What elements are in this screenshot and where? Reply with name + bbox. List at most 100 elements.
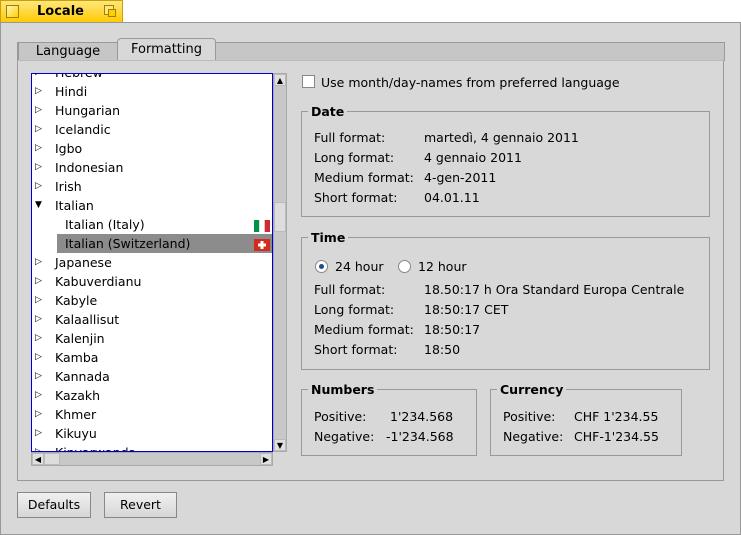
list-item-label: Hebrew [55, 74, 103, 82]
horizontal-scrollbar[interactable]: ◀ ▶ [31, 452, 273, 466]
scroll-thumb[interactable] [274, 202, 286, 232]
scroll-down-icon[interactable]: ▼ [274, 439, 286, 451]
numbers-positive-label: Positive: [314, 409, 367, 424]
scroll-thumb-horizontal[interactable] [44, 453, 60, 465]
list-item-label: Kikuyu [55, 426, 97, 441]
expand-triangle-icon[interactable]: ▷ [35, 405, 42, 424]
list-item[interactable]: ▷ Kamba [32, 348, 272, 367]
list-item-label: Kabyle [55, 293, 98, 308]
currency-negative-value: CHF-1'234.55 [574, 429, 659, 444]
list-item-label: Hungarian [55, 103, 121, 118]
language-list[interactable]: ▷ Hebrew ▷ Hindi ▷ Hungarian ▷ Icelandic ▷ Igbo ▷ I… [31, 73, 273, 452]
expand-triangle-icon[interactable]: ▷ [35, 139, 42, 158]
revert-button[interactable]: Revert [104, 492, 177, 518]
vertical-scrollbar[interactable]: ▲ ▼ [273, 73, 287, 452]
time-format-label: Full format: [314, 282, 386, 297]
list-item[interactable]: ▷ Icelandic [32, 120, 272, 139]
expand-triangle-icon[interactable]: ▷ [35, 253, 42, 272]
expand-triangle-icon[interactable]: ▷ [35, 386, 42, 405]
list-item[interactable]: ▼ Italian [32, 196, 272, 215]
list-item[interactable]: ▷ Khmer [32, 405, 272, 424]
list-item-label: Japanese [55, 255, 112, 270]
scroll-right-icon[interactable]: ▶ [260, 453, 272, 465]
list-item[interactable]: ▷ Kalaallisut [32, 310, 272, 329]
defaults-button[interactable]: Defaults [17, 492, 91, 518]
list-item-label: Khmer [55, 407, 97, 422]
scroll-up-icon[interactable]: ▲ [274, 74, 286, 86]
scroll-left-icon[interactable]: ◀ [32, 453, 44, 465]
zoom-icon [108, 9, 116, 17]
list-item[interactable]: ▷ Kazakh [32, 386, 272, 405]
expand-triangle-icon[interactable]: ▷ [35, 158, 42, 177]
numbers-negative-value: -1'234.568 [386, 429, 454, 444]
list-item[interactable]: ▷ Igbo [32, 139, 272, 158]
date-format-label: Short format: [314, 190, 398, 205]
list-item-label: Kalaallisut [55, 312, 120, 327]
list-item[interactable]: ▷ Kalenjin [32, 329, 272, 348]
expand-triangle-icon[interactable]: ▷ [35, 367, 42, 386]
time-title: Time [308, 230, 349, 245]
radio-12-label: 12 hour [418, 259, 467, 274]
time-group: Time 24 hour 12 hour Full format: 18.50:1… [301, 230, 710, 370]
expand-triangle-icon[interactable]: ▷ [35, 329, 42, 348]
expand-triangle-icon[interactable]: ▷ [35, 177, 42, 196]
time-format-label: Medium format: [314, 322, 414, 337]
collapse-triangle-icon[interactable]: ▼ [35, 196, 42, 215]
list-item[interactable]: ▷ Kabuverdianu [32, 272, 272, 291]
expand-triangle-icon[interactable]: ▷ [35, 120, 42, 139]
currency-positive-label: Positive: [503, 409, 556, 424]
currency-title: Currency [497, 382, 567, 397]
use-names-checkbox[interactable] [302, 75, 315, 88]
currency-negative-label: Negative: [503, 429, 564, 444]
list-item[interactable]: ▷ Japanese [32, 253, 272, 272]
numbers-group: Numbers Positive: 1'234.568 Negative: -1… [301, 382, 477, 456]
list-item[interactable]: ▷ Kabyle [32, 291, 272, 310]
expand-triangle-icon[interactable]: ▷ [35, 310, 42, 329]
date-format-value: martedì, 4 gennaio 2011 [424, 130, 579, 145]
list-item-label: Kannada [55, 369, 110, 384]
time-format-label: Long format: [314, 302, 395, 317]
date-format-value: 4 gennaio 2011 [424, 150, 522, 165]
time-format-value: 18.50:17 h Ora Standard Europa Centrale [424, 282, 685, 297]
list-item[interactable]: Italian (Italy) [32, 215, 272, 234]
expand-triangle-icon[interactable]: ▷ [35, 272, 42, 291]
window-tab[interactable]: Locale [0, 0, 123, 22]
date-title: Date [308, 104, 348, 119]
italy-flag-icon [254, 218, 270, 232]
list-item[interactable]: Italian (Switzerland) [57, 234, 272, 253]
list-item[interactable]: ▷ Kinyarwanda [32, 443, 272, 451]
radio-24-hour[interactable] [315, 260, 328, 273]
expand-triangle-icon[interactable]: ▷ [35, 424, 42, 443]
list-item-label: Kazakh [55, 388, 101, 403]
tab-language[interactable]: Language [18, 42, 118, 61]
list-item-label: Italian (Switzerland) [65, 236, 191, 251]
numbers-negative-label: Negative: [314, 429, 375, 444]
date-format-value: 4-gen-2011 [424, 170, 497, 185]
expand-triangle-icon[interactable]: ▷ [35, 101, 42, 120]
list-item[interactable]: ▷ Kikuyu [32, 424, 272, 443]
time-format-label: Short format: [314, 342, 398, 357]
list-item-label: Kamba [55, 350, 99, 365]
time-format-value: 18:50:17 [424, 322, 481, 337]
expand-triangle-icon[interactable]: ▷ [35, 82, 42, 101]
date-format-value: 04.01.11 [424, 190, 480, 205]
numbers-positive-value: 1'234.568 [390, 409, 454, 424]
list-item[interactable]: ▷ Kannada [32, 367, 272, 386]
time-format-value: 18:50 [424, 342, 461, 357]
radio-24-label: 24 hour [335, 259, 384, 274]
expand-triangle-icon[interactable]: ▷ [35, 291, 42, 310]
list-item-label: Italian [55, 198, 94, 213]
expand-triangle-icon[interactable]: ▷ [35, 74, 42, 82]
list-item[interactable]: ▷ Hungarian [32, 101, 272, 120]
close-button[interactable] [6, 5, 19, 18]
radio-12-hour[interactable] [398, 260, 411, 273]
date-format-label: Full format: [314, 130, 386, 145]
list-item[interactable]: ▷ Hindi [32, 82, 272, 101]
list-item-label: Indonesian [55, 160, 124, 175]
list-item[interactable]: ▷ Indonesian [32, 158, 272, 177]
tab-formatting[interactable]: Formatting [117, 38, 216, 61]
expand-triangle-icon[interactable]: ▷ [35, 348, 42, 367]
expand-triangle-icon[interactable]: ▷ [35, 443, 42, 451]
list-item[interactable]: ▷ Hebrew [32, 74, 272, 82]
list-item[interactable]: ▷ Irish [32, 177, 272, 196]
